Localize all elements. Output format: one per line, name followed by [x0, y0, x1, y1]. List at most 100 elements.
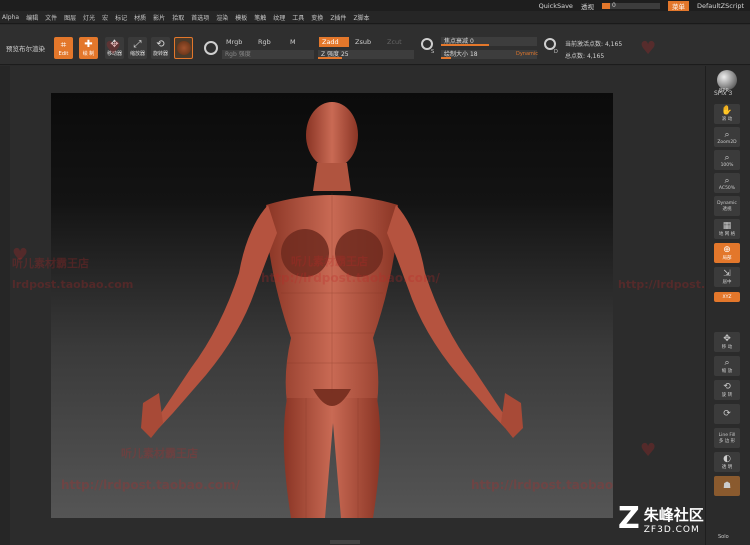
menu-item[interactable]: 工具	[292, 13, 304, 22]
logo-text: 朱峰社区 ZF3D.COM	[644, 504, 704, 535]
quicksave-button[interactable]: QuickSave	[539, 2, 573, 10]
move-view-button[interactable]: ✥ 移 动	[714, 332, 740, 352]
frame-icon: ⇲	[723, 269, 731, 279]
logo-mark: Z	[618, 501, 640, 536]
watermark-url-short: lrdpost.taobao.com	[12, 278, 134, 291]
scale-icon: ⤢	[133, 39, 142, 50]
rotate-button[interactable]: ⟲ 旋转器	[151, 37, 170, 59]
transparency-slider[interactable]: 0	[601, 1, 660, 9]
mrgb-button[interactable]: Mrgb	[223, 37, 245, 47]
menu-bar: Alpha 编辑 文件 图层 灯光宏标记 材质 影片 拾取 首选项 渲染 模板 笔触 纹理 工具 变换 Z插件…	[0, 11, 750, 24]
zoom3d-button[interactable]: ⌕ 缩 放	[714, 356, 740, 376]
scroll-button[interactable]: ✋ 滚 动	[714, 104, 740, 124]
ghost-button[interactable]: ☗	[714, 476, 740, 496]
ac50-button[interactable]: ⌕ AC50%	[714, 173, 740, 193]
scroll-label: 滚 动	[721, 117, 733, 122]
zoom-icon: ⌕	[724, 358, 730, 368]
logo-cn: 朱峰社区	[643, 505, 704, 524]
frame-button[interactable]: ⇲ 居中	[714, 267, 740, 287]
s-letter: S	[431, 49, 435, 55]
xyz-button[interactable]: XYZ	[714, 292, 740, 302]
zoom2d-button[interactable]: ⌕ Zoom2D	[714, 127, 740, 147]
scale-button[interactable]: ⤢ 缩放器	[128, 37, 147, 59]
watermark-shop: 听儿素材霸王店	[12, 257, 89, 270]
menu-item[interactable]: 图层	[64, 13, 76, 22]
slider-fill	[441, 57, 451, 59]
total-points-value: 4,165	[586, 53, 605, 60]
zadd-button[interactable]: Zadd	[319, 37, 349, 47]
menu-item[interactable]: 材质	[134, 13, 146, 22]
watermark-shop: 听儿素材霸王店	[121, 447, 198, 460]
m-button[interactable]: M	[287, 37, 299, 47]
rgb-button[interactable]: Rgb	[255, 37, 274, 47]
ghost-icon: ☗	[722, 481, 732, 491]
linefill-button[interactable]: Line Fill 多 边 形	[714, 428, 740, 448]
menu-item[interactable]: 模板	[235, 13, 247, 22]
rgb-intensity-slider[interactable]: Rgb 强度	[222, 50, 314, 59]
spix-control[interactable]: SPix 3	[714, 90, 732, 97]
right-shelf: BPR SPix 3 ✋ 滚 动 ⌕ Zoom2D ⌕ 100% ⌕ AC50% Dyn…	[705, 66, 750, 545]
zoom-icon: ⌕	[724, 152, 730, 163]
model-right-hand	[501, 393, 523, 438]
local-button[interactable]: ⊕ 局部	[714, 243, 740, 263]
transparency-label: 透视	[580, 2, 594, 11]
script-name[interactable]: DefaultZScript	[697, 2, 744, 10]
zoom-icon: ⌕	[724, 175, 730, 186]
menu-item[interactable]: 标记	[115, 13, 127, 22]
menu-button[interactable]: 菜单	[667, 0, 689, 11]
slider-fill	[601, 2, 610, 9]
menu-item[interactable]: 首选项	[191, 13, 209, 22]
edit-button[interactable]: ⌗ Edit	[54, 37, 73, 59]
model-right-arm	[387, 205, 513, 428]
rotate-label: 旋转器	[152, 51, 168, 57]
menu-item[interactable]: 拾取	[172, 13, 184, 22]
menu-item[interactable]: 灯光	[83, 13, 95, 22]
floor-label: 地 网 格	[718, 232, 736, 237]
transparency-button[interactable]: ◐ 透 明	[714, 452, 740, 472]
menu-item[interactable]: 纹理	[273, 13, 285, 22]
menu-item[interactable]: 笔触	[254, 13, 266, 22]
zoom2d-label: Zoom2D	[717, 139, 737, 145]
bpr-render-icon[interactable]	[717, 70, 737, 90]
zsub-button[interactable]: Zsub	[352, 37, 374, 47]
zoom100-button[interactable]: ⌕ 100%	[714, 150, 740, 170]
scale-label: 缩放器	[129, 51, 145, 57]
polyf-label: 多 边 形	[718, 438, 736, 444]
spix-label: SPix	[714, 90, 727, 97]
watermark-shop: 听儿素材霸王店	[291, 255, 368, 268]
viewport[interactable]: http://lrdpost.taobao.com/ 听儿素材霸王店 听儿素材霸…	[51, 93, 613, 518]
site-logo: Z 朱峰社区 ZF3D.COM	[618, 498, 746, 540]
model-left-hand	[141, 393, 163, 438]
draw-label: 绘 制	[82, 51, 95, 57]
menu-item[interactable]: 影片	[153, 13, 165, 22]
menu-item[interactable]: 编辑	[26, 13, 38, 22]
dynamic-toggle[interactable]: Dynamic	[516, 51, 538, 57]
bottom-tray-handle[interactable]	[330, 540, 360, 544]
rotate3d-button[interactable]: ⟳	[714, 404, 740, 424]
material-swatch[interactable]	[174, 37, 193, 59]
move-view-label: 移 动	[721, 345, 733, 350]
color-picker-icon[interactable]	[204, 41, 218, 55]
draw-icon: ✚	[84, 39, 93, 50]
focal-shift-slider[interactable]: 焦点衰减 0	[441, 37, 537, 46]
menu-item[interactable]: 文件	[45, 13, 57, 22]
z-intensity-slider[interactable]: Z 强度 25	[318, 50, 414, 59]
transparency-value: 0	[611, 1, 616, 9]
transparency-icon: ◐	[723, 454, 731, 464]
active-points: 当前激活点数: 4,165	[565, 39, 622, 48]
watermark-url: http://lrdpost.taobao.com/	[261, 271, 440, 285]
dynamic-perspective-button[interactable]: Dynamic 透视	[714, 196, 740, 216]
menu-item[interactable]: Z脚本	[353, 13, 369, 22]
zcut-button[interactable]: Zcut	[384, 37, 405, 47]
menu-item[interactable]: Alpha	[2, 14, 19, 21]
floor-grid-button[interactable]: ▦ 地 网 格	[714, 219, 740, 239]
menu-item[interactable]: 宏	[102, 13, 108, 22]
preview-render-button[interactable]: 预览布尔渲染	[6, 43, 45, 53]
rotate-view-button[interactable]: ⟲ 旋 转	[714, 380, 740, 400]
menu-item[interactable]: 渲染	[216, 13, 228, 22]
xyz-label: XYZ	[722, 294, 732, 300]
menu-item[interactable]: Z插件	[330, 13, 346, 22]
draw-button[interactable]: ✚ 绘 制	[79, 37, 98, 59]
menu-item[interactable]: 变换	[311, 13, 323, 22]
local-icon: ⊕	[723, 245, 731, 255]
